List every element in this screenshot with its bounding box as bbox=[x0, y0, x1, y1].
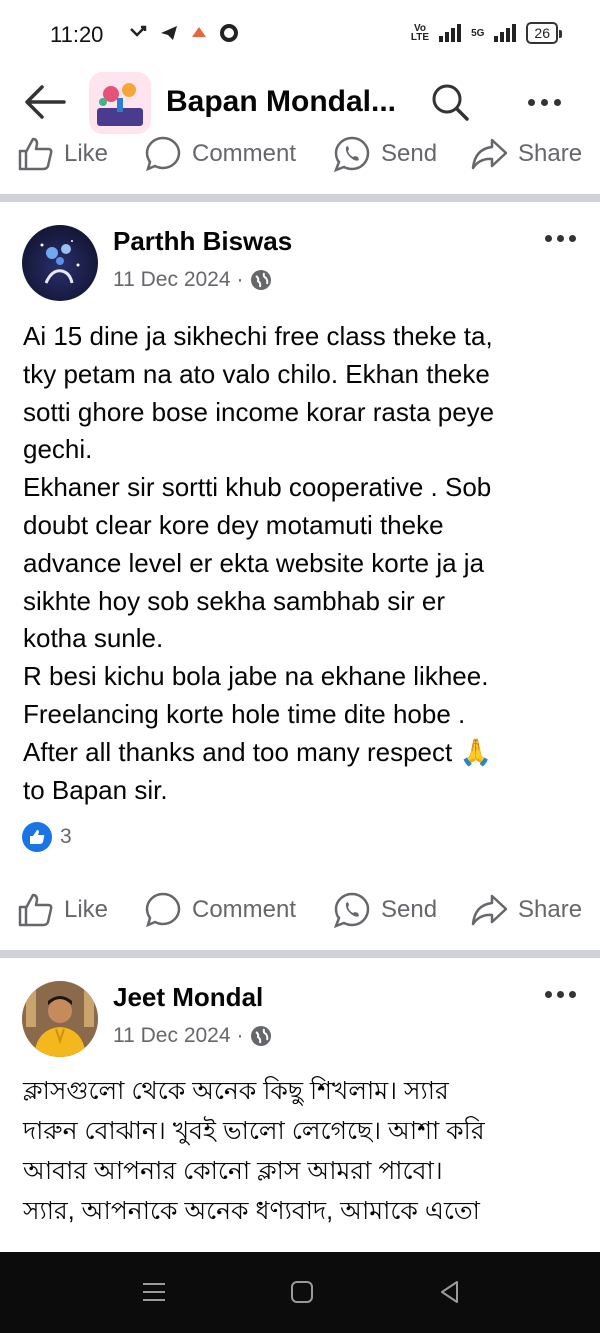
home-button[interactable] bbox=[280, 1272, 324, 1312]
send-button[interactable]: Send bbox=[333, 885, 437, 935]
action-row-previous-post: Like Comment Send Share bbox=[0, 129, 600, 179]
meta-separator: · bbox=[236, 1024, 244, 1047]
menu-lines-icon bbox=[143, 1283, 165, 1301]
like-button[interactable]: Like bbox=[16, 885, 108, 935]
post-author[interactable]: Parthh Biswas bbox=[113, 226, 292, 257]
post-meta: 11 Dec 2024 · bbox=[113, 268, 272, 292]
post-line: আবার আপনার কোনো ক্লাস আমরা পাবো। bbox=[23, 1157, 443, 1185]
back-button[interactable] bbox=[22, 82, 68, 122]
avatar[interactable] bbox=[22, 225, 98, 301]
status-bar: 11:20 Vo LTE 5G 26 bbox=[0, 0, 600, 70]
search-icon bbox=[432, 84, 469, 121]
post-body: Ai 15 dine ja sikhechi free class theke … bbox=[23, 318, 583, 809]
post-line: advance level er ekta website korte ja j… bbox=[23, 547, 485, 578]
app-notification-icon bbox=[188, 22, 210, 44]
whatsapp-icon bbox=[333, 136, 370, 173]
page-avatar[interactable] bbox=[89, 72, 151, 134]
back-triangle-icon bbox=[441, 1281, 458, 1303]
volte-label: Vo LTE bbox=[410, 23, 430, 43]
more-options-button[interactable] bbox=[528, 90, 568, 114]
whatsapp-icon bbox=[333, 892, 370, 929]
post-meta: 11 Dec 2024 · bbox=[113, 1024, 272, 1048]
signal-strength-2-icon bbox=[494, 24, 517, 42]
post-line: ক্লাসগুলো থেকে অনেক কিছু শিখলাম। স্যার bbox=[23, 1077, 449, 1105]
like-reaction-icon bbox=[22, 822, 52, 852]
comment-button[interactable]: Comment bbox=[144, 129, 296, 179]
share-arrow-icon bbox=[471, 138, 508, 170]
action-row-post-1: Like Comment Send Share bbox=[0, 885, 600, 935]
page-title[interactable]: Bapan Mondal... bbox=[166, 85, 396, 119]
system-navigation-bar bbox=[0, 1252, 600, 1333]
avatar[interactable] bbox=[22, 981, 98, 1057]
post-line: Freelancing korte hole time dite hobe . bbox=[23, 698, 466, 729]
post-line: gechi. bbox=[23, 434, 93, 465]
share-button[interactable]: Share bbox=[470, 129, 582, 179]
post-line: After all thanks and too many respect 🙏 bbox=[23, 736, 492, 767]
send-button[interactable]: Send bbox=[333, 129, 437, 179]
more-dots-icon bbox=[545, 990, 552, 998]
post-options-button[interactable] bbox=[545, 228, 581, 248]
missed-call-icon bbox=[128, 22, 150, 44]
app-bar: Bapan Mondal... bbox=[0, 70, 600, 136]
profile-picture-butterflies bbox=[40, 240, 80, 284]
status-time: 11:20 bbox=[50, 22, 104, 47]
post-line: doubt clear kore dey motamuti theke bbox=[23, 509, 444, 540]
globe-icon bbox=[250, 270, 271, 290]
arrow-left-icon bbox=[25, 85, 66, 119]
post-divider bbox=[0, 194, 600, 202]
post-line: Ai 15 dine ja sikhechi free class theke … bbox=[23, 321, 493, 351]
post-line: Ekhaner sir sortti khub cooperative . So… bbox=[23, 472, 492, 503]
share-arrow-icon bbox=[471, 894, 508, 926]
battery-indicator: 26 bbox=[526, 22, 562, 44]
notification-icons bbox=[128, 22, 240, 44]
post-line: to Bapan sir. bbox=[23, 774, 168, 805]
network-5g-label: 5G bbox=[471, 27, 485, 39]
post-line: R besi kichu bola jabe na ekhane likhee. bbox=[23, 661, 489, 692]
post-line: স্যার, আপনাকে অনেক ধণ্যবাদ, আমাকে এতো bbox=[23, 1197, 480, 1225]
post-line: kotha sunle. bbox=[23, 623, 164, 654]
post-line: sikhte hoy sob sekha sambhab sir er bbox=[23, 585, 445, 616]
more-dots-icon bbox=[545, 234, 552, 242]
comment-bubble-icon bbox=[145, 136, 181, 172]
search-button[interactable] bbox=[430, 82, 470, 122]
thumbs-up-icon bbox=[18, 137, 53, 171]
thumbs-up-icon bbox=[18, 893, 53, 927]
page-logo-illustration bbox=[89, 72, 151, 134]
like-button[interactable]: Like bbox=[16, 129, 108, 179]
recent-apps-button[interactable] bbox=[132, 1272, 176, 1312]
home-square-icon bbox=[291, 1281, 313, 1303]
post-date[interactable]: 11 Dec 2024 bbox=[113, 1024, 231, 1048]
post-date[interactable]: 11 Dec 2024 bbox=[113, 268, 231, 292]
whatsapp-status-icon bbox=[218, 22, 240, 44]
more-dots-icon bbox=[528, 98, 535, 106]
meta-separator: · bbox=[236, 268, 244, 291]
reactions-summary[interactable]: 3 bbox=[22, 822, 72, 852]
system-status: Vo LTE 5G 26 bbox=[410, 22, 562, 44]
telegram-icon bbox=[158, 22, 180, 44]
share-button[interactable]: Share bbox=[470, 885, 582, 935]
globe-icon bbox=[250, 1026, 271, 1046]
comment-button[interactable]: Comment bbox=[144, 885, 296, 935]
profile-picture-person bbox=[22, 981, 98, 1057]
signal-strength-icon bbox=[439, 24, 462, 42]
post-line: tky petam na ato valo chilo. Ekhan theke bbox=[23, 358, 490, 389]
post-line: sotti ghore bose income korar rasta peye bbox=[23, 396, 495, 427]
reaction-count: 3 bbox=[60, 825, 72, 848]
post-author[interactable]: Jeet Mondal bbox=[113, 982, 263, 1013]
post-options-button[interactable] bbox=[545, 984, 581, 1004]
post-line: দারুন বোঝান। খুবই ভালো লেগেছে। আশা করি bbox=[23, 1117, 485, 1145]
post-divider bbox=[0, 950, 600, 958]
post-body: ক্লাসগুলো থেকে অনেক কিছু শিখলাম। স্যার দ… bbox=[23, 1071, 583, 1231]
comment-bubble-icon bbox=[145, 892, 181, 928]
back-nav-button[interactable] bbox=[428, 1272, 472, 1312]
